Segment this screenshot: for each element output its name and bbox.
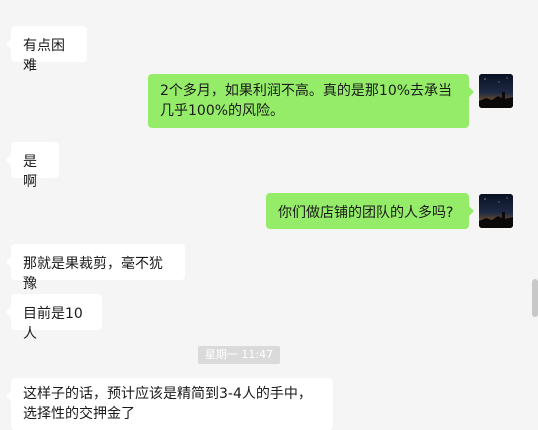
incoming-message[interactable]: 目前是10人: [6, 294, 102, 342]
night-sky-avatar-icon: [479, 194, 513, 228]
outgoing-message[interactable]: 2个多月，如果利润不高。真的是那10%去承当几乎100%的风险。: [148, 74, 474, 128]
incoming-message[interactable]: 这样子的话，预计应该是精简到3-4人的手中，选择性的交押金了: [6, 378, 333, 430]
message-text: 这样子的话，预计应该是精简到3-4人的手中，选择性的交押金了: [23, 386, 312, 422]
message-text: 是啊: [23, 154, 37, 190]
incoming-message[interactable]: 有点困难: [6, 26, 87, 74]
message-text: 那就是果裁剪，毫不犹豫: [23, 256, 163, 292]
timestamp-badge: 星期一 11:47: [198, 346, 280, 364]
message-text: 有点困难: [23, 38, 65, 74]
night-sky-avatar-icon: [479, 74, 513, 108]
incoming-message[interactable]: 是啊: [6, 142, 59, 190]
incoming-message[interactable]: 那就是果裁剪，毫不犹豫: [6, 244, 185, 292]
user-avatar[interactable]: [479, 74, 513, 108]
chat-message-area[interactable]: 有点困难 2个多月，如果利润不高。真的是那10%去承当几乎100%的风险。 是啊…: [0, 0, 538, 430]
user-avatar[interactable]: [479, 194, 513, 228]
outgoing-message[interactable]: 你们做店铺的团队的人多吗?: [266, 193, 474, 229]
scrollbar[interactable]: [532, 279, 538, 317]
message-text: 目前是10人: [23, 306, 83, 342]
message-text: 你们做店铺的团队的人多吗?: [278, 205, 454, 221]
message-text: 2个多月，如果利润不高。真的是那10%去承当几乎100%的风险。: [160, 83, 453, 119]
